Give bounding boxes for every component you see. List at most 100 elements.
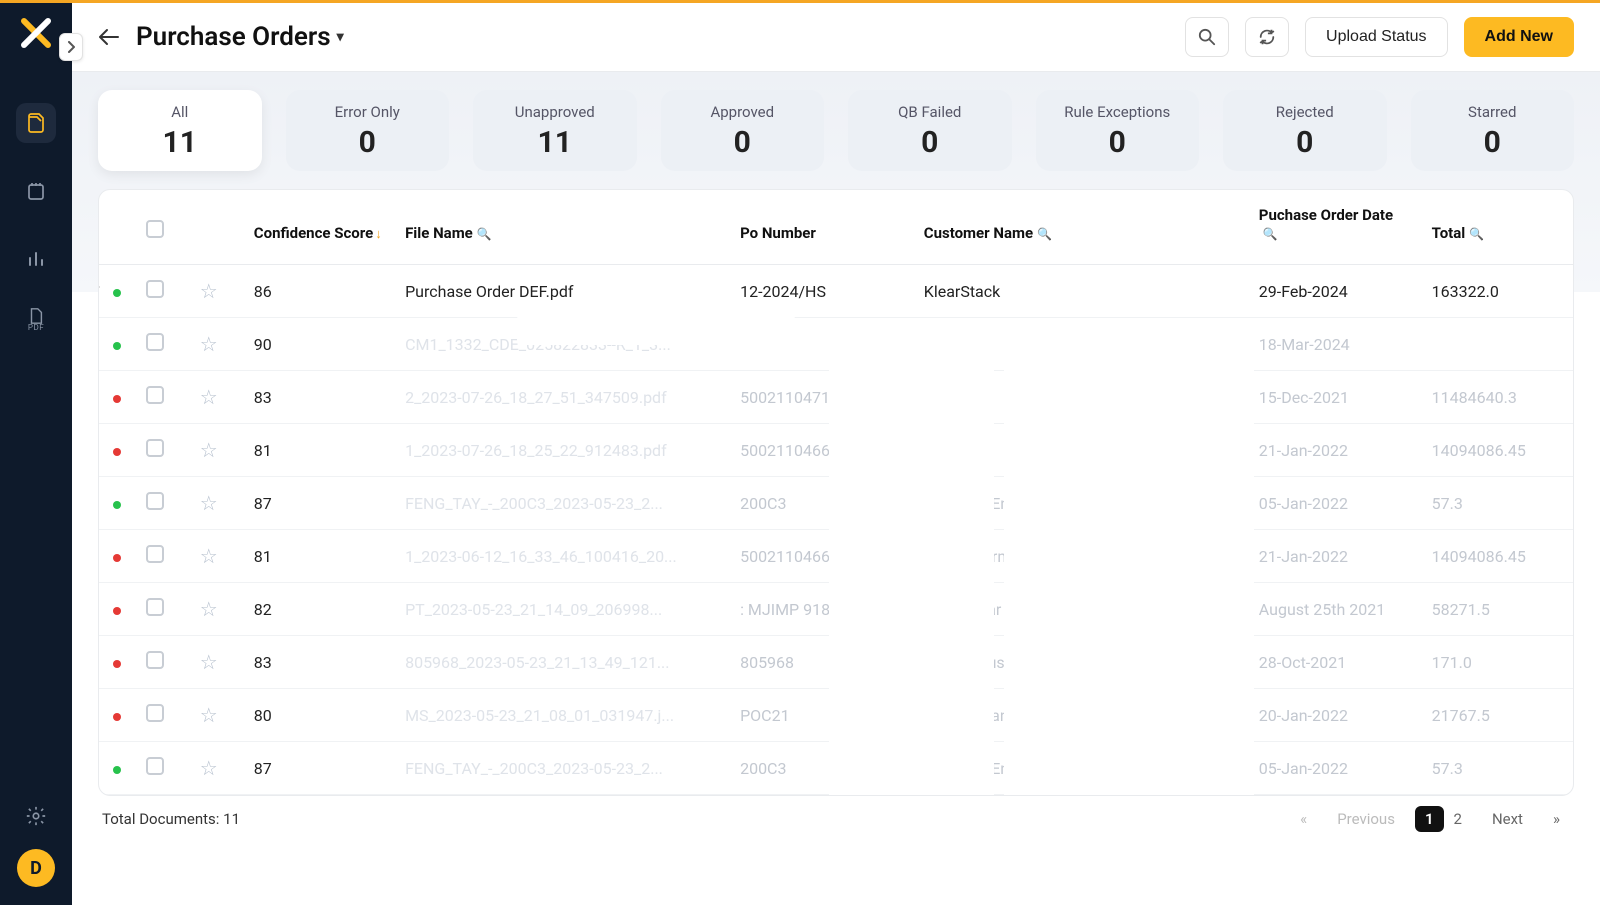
cell-total: 163322.0	[1422, 265, 1573, 318]
page-2[interactable]: 2	[1444, 806, 1472, 832]
cell-confidence: 87	[244, 477, 395, 530]
filter-rejected[interactable]: Rejected 0	[1223, 90, 1387, 171]
stat-label: Unapproved	[484, 103, 626, 121]
cell-confidence: 90	[244, 318, 395, 371]
stat-value: 0	[672, 125, 814, 160]
row-checkbox[interactable]	[146, 545, 164, 563]
stat-label: Starred	[1422, 103, 1564, 121]
table-row[interactable]: ☆ 83 2_2023-07-26_18_27_51_347509.pdf 50…	[99, 371, 1573, 424]
page-title[interactable]: Purchase Orders ▾	[136, 22, 344, 52]
cell-po-number: 5002110466	[730, 530, 914, 583]
filter-starred[interactable]: Starred 0	[1411, 90, 1575, 171]
cell-confidence: 83	[244, 371, 395, 424]
row-checkbox[interactable]	[146, 704, 164, 722]
cell-date: 15-Dec-2021	[1249, 371, 1422, 424]
filter-unapproved[interactable]: Unapproved 11	[473, 90, 637, 171]
search-icon: 🔍	[477, 227, 492, 241]
col-po-date[interactable]: Puchase Order Date🔍	[1249, 190, 1422, 265]
row-checkbox[interactable]	[146, 386, 164, 404]
filter-approved[interactable]: Approved 0	[661, 90, 825, 171]
page-1[interactable]: 1	[1415, 806, 1444, 832]
cell-file-name: MS_2023-05-23_21_08_01_031947.j...	[395, 689, 730, 742]
star-icon[interactable]: ☆	[200, 703, 218, 727]
expand-sidebar-button[interactable]	[59, 33, 83, 61]
table-row[interactable]: ☆ 80 MS_2023-05-23_21_08_01_031947.j... …	[99, 689, 1573, 742]
cell-date: 20-Jan-2022	[1249, 689, 1422, 742]
filter-all[interactable]: All 11	[98, 90, 262, 171]
cell-customer	[914, 318, 1249, 371]
filter-qb-failed[interactable]: QB Failed 0	[848, 90, 1012, 171]
cell-confidence: 81	[244, 424, 395, 477]
table-row[interactable]: ☆ 83 805968_2023-05-23_21_13_49_121... 8…	[99, 636, 1573, 689]
table-row[interactable]: ☆ 90 CM1_1332_CDE_025822833--R_1_3... 18…	[99, 318, 1573, 371]
dropdown-caret-icon: ▾	[337, 29, 344, 45]
pdf-label: PDF	[28, 323, 44, 332]
row-checkbox[interactable]	[146, 439, 164, 457]
nav-analytics[interactable]	[16, 239, 56, 279]
col-confidence[interactable]: Confidence Score↓	[244, 190, 395, 265]
cell-date: 28-Oct-2021	[1249, 636, 1422, 689]
star-icon[interactable]: ☆	[200, 332, 218, 356]
col-customer[interactable]: Customer Name🔍	[914, 190, 1249, 265]
nav-notes[interactable]	[16, 171, 56, 211]
stat-value: 0	[1422, 125, 1564, 160]
cell-total: 57.3	[1422, 477, 1573, 530]
cell-customer: KlearStack	[914, 265, 1249, 318]
star-icon[interactable]: ☆	[200, 438, 218, 462]
table-row[interactable]: ☆ 81 1_2023-07-26_18_25_22_912483.pdf 50…	[99, 424, 1573, 477]
page-last[interactable]: »	[1543, 806, 1570, 832]
col-total[interactable]: Total🔍	[1422, 190, 1573, 265]
row-checkbox[interactable]	[146, 598, 164, 616]
row-checkbox[interactable]	[146, 757, 164, 775]
table-row[interactable]: ☆ 82 PT_2023-05-23_21_14_09_206998... : …	[99, 583, 1573, 636]
nav-documents[interactable]	[16, 103, 56, 143]
cell-customer: Kec Bantar Gebang	[914, 583, 1249, 636]
add-new-button[interactable]: Add New	[1464, 17, 1574, 57]
col-po-number[interactable]: Po Number	[730, 190, 914, 265]
table-row[interactable]: ☆ 87 FENG_TAY_-_200C3_2023-05-23_2... 20…	[99, 477, 1573, 530]
select-all-checkbox[interactable]	[146, 220, 164, 238]
nav-pdf[interactable]: PDF	[16, 307, 56, 332]
cell-po-number: 200C3	[730, 742, 914, 795]
cell-customer: Habeeb Tanning Company	[914, 689, 1249, 742]
row-checkbox[interactable]	[146, 492, 164, 510]
col-file-name[interactable]: File Name🔍	[395, 190, 730, 265]
page-prev[interactable]: Previous	[1327, 806, 1405, 832]
stat-value: 0	[297, 125, 439, 160]
refresh-button[interactable]	[1245, 17, 1289, 57]
pointer-arrow-icon	[98, 280, 103, 294]
star-icon[interactable]: ☆	[200, 756, 218, 780]
cell-file-name: PT_2023-05-23_21_14_09_206998...	[395, 583, 730, 636]
row-checkbox[interactable]	[146, 333, 164, 351]
user-avatar[interactable]: D	[17, 849, 55, 887]
cell-customer: Feng Tay Enterprises Co Ltd	[914, 742, 1249, 795]
cell-total	[1422, 318, 1573, 371]
cell-file-name: 805968_2023-05-23_21_13_49_121...	[395, 636, 730, 689]
cell-confidence: 86	[244, 265, 395, 318]
filter-rule-exceptions[interactable]: Rule Exceptions 0	[1036, 90, 1200, 171]
page-next[interactable]: Next	[1482, 806, 1533, 832]
table-row[interactable]: ☆ 81 1_2023-06-12_16_33_46_100416_20... …	[99, 530, 1573, 583]
page-first[interactable]: «	[1290, 806, 1317, 832]
cell-customer: Vista Information Systems Private Limite…	[914, 530, 1249, 583]
star-icon[interactable]: ☆	[200, 597, 218, 621]
status-dot	[113, 342, 121, 350]
status-dot	[113, 766, 121, 774]
star-icon[interactable]: ☆	[200, 279, 218, 303]
star-icon[interactable]: ☆	[200, 650, 218, 674]
cell-date: 18-Mar-2024	[1249, 318, 1422, 371]
cell-date: 21-Jan-2022	[1249, 530, 1422, 583]
table-row[interactable]: ☆ 87 FENG_TAY_-_200C3_2023-05-23_2... 20…	[99, 742, 1573, 795]
star-icon[interactable]: ☆	[200, 385, 218, 409]
row-checkbox[interactable]	[146, 280, 164, 298]
star-icon[interactable]: ☆	[200, 491, 218, 515]
star-icon[interactable]: ☆	[200, 544, 218, 568]
table-row[interactable]: ☆ 86 Purchase Order DEF.pdf 12-2024/HS K…	[99, 265, 1573, 318]
back-button[interactable]	[98, 28, 120, 46]
stat-label: Rejected	[1234, 103, 1376, 121]
search-button[interactable]	[1185, 17, 1229, 57]
row-checkbox[interactable]	[146, 651, 164, 669]
filter-error-only[interactable]: Error Only 0	[286, 90, 450, 171]
upload-status-button[interactable]: Upload Status	[1305, 17, 1448, 57]
settings-icon[interactable]	[25, 805, 47, 827]
